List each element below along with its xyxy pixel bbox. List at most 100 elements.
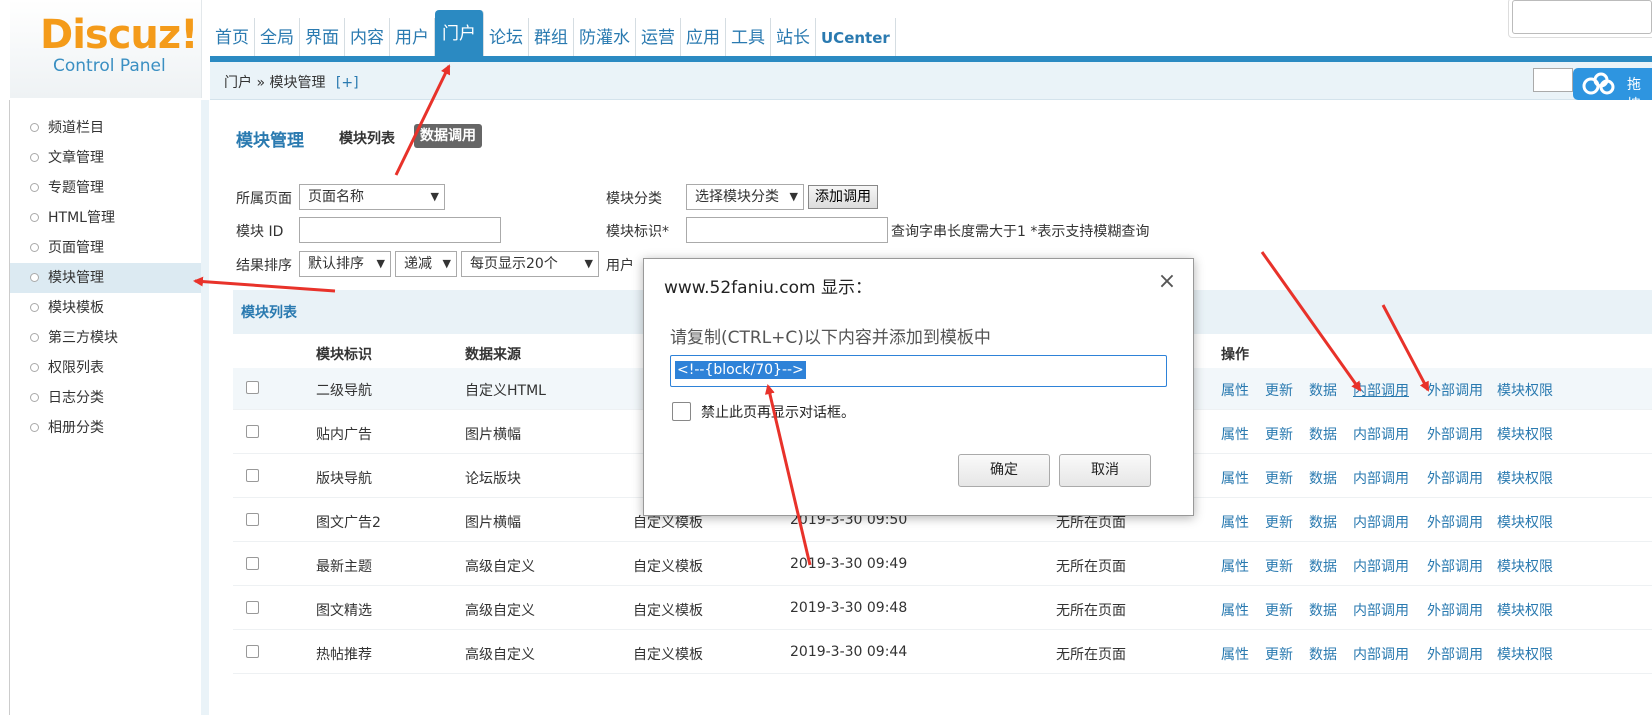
op-properties-link[interactable]: 属性 (1221, 512, 1249, 532)
sidebar-item-topics[interactable]: 专题管理 (10, 173, 202, 203)
sidebar-item-block-templates[interactable]: 模块模板 (10, 293, 202, 323)
sort-select[interactable]: 默认排序 ▼ (299, 251, 391, 277)
row-checkbox[interactable] (246, 381, 259, 394)
per-page-select[interactable]: 每页显示20个 ▼ (461, 251, 599, 277)
op-external-call-link[interactable]: 外部调用 (1427, 644, 1483, 664)
op-update-link[interactable]: 更新 (1265, 644, 1293, 664)
sidebar-item-permissions[interactable]: 权限列表 (10, 353, 202, 383)
nav-content[interactable]: 内容 (345, 18, 390, 58)
op-permissions-link[interactable]: 模块权限 (1497, 556, 1553, 576)
op-data-link[interactable]: 数据 (1309, 468, 1337, 488)
row-template: 自定义模板 (633, 647, 703, 663)
cloud-input[interactable] (1533, 68, 1573, 92)
op-permissions-link[interactable]: 模块权限 (1497, 512, 1553, 532)
close-icon[interactable]: × (1156, 271, 1178, 293)
breadcrumb-add-link[interactable]: [+] (336, 75, 359, 91)
op-data-link[interactable]: 数据 (1309, 556, 1337, 576)
op-permissions-link[interactable]: 模块权限 (1497, 380, 1553, 400)
op-properties-link[interactable]: 属性 (1221, 424, 1249, 444)
sidebar-item-third-party[interactable]: 第三方模块 (10, 323, 202, 353)
op-data-link[interactable]: 数据 (1309, 600, 1337, 620)
op-external-call-link[interactable]: 外部调用 (1427, 424, 1483, 444)
op-properties-link[interactable]: 属性 (1221, 644, 1249, 664)
op-external-call-link[interactable]: 外部调用 (1427, 600, 1483, 620)
op-data-link[interactable]: 数据 (1309, 380, 1337, 400)
nav-operation[interactable]: 运营 (636, 18, 681, 58)
row-checkbox[interactable] (246, 645, 259, 658)
op-data-link[interactable]: 数据 (1309, 424, 1337, 444)
nav-antispam[interactable]: 防灌水 (574, 18, 636, 58)
breadcrumb-row: 门户 » 模块管理 [+] (210, 62, 1652, 100)
op-update-link[interactable]: 更新 (1265, 600, 1293, 620)
sidebar-item-label: 模块模板 (48, 300, 104, 316)
nav-user[interactable]: 用户 (390, 18, 435, 58)
op-permissions-link[interactable]: 模块权限 (1497, 424, 1553, 444)
op-internal-call-link[interactable]: 内部调用 (1353, 556, 1409, 576)
op-properties-link[interactable]: 属性 (1221, 600, 1249, 620)
nav-admin[interactable]: 站长 (771, 18, 816, 58)
op-update-link[interactable]: 更新 (1265, 468, 1293, 488)
sidebar-item-label: 页面管理 (48, 240, 104, 256)
copy-code-dialog: www.52faniu.com 显示： × 请复制(CTRL+C)以下内容并添加… (643, 258, 1194, 516)
op-external-call-link[interactable]: 外部调用 (1427, 468, 1483, 488)
op-permissions-link[interactable]: 模块权限 (1497, 644, 1553, 664)
op-external-call-link[interactable]: 外部调用 (1427, 556, 1483, 576)
row-checkbox[interactable] (246, 513, 259, 526)
code-input[interactable]: <!--{block/70}--> (670, 355, 1167, 387)
op-update-link[interactable]: 更新 (1265, 512, 1293, 532)
top-search-input[interactable] (1512, 0, 1652, 34)
sidebar-item-log-categories[interactable]: 日志分类 (10, 383, 202, 413)
row-checkbox[interactable] (246, 425, 259, 438)
sidebar-item-articles[interactable]: 文章管理 (10, 143, 202, 173)
page-select[interactable]: 页面名称 ▼ (299, 184, 445, 210)
sidebar-item-pages[interactable]: 页面管理 (10, 233, 202, 263)
op-external-call-link[interactable]: 外部调用 (1427, 512, 1483, 532)
op-update-link[interactable]: 更新 (1265, 556, 1293, 576)
op-update-link[interactable]: 更新 (1265, 380, 1293, 400)
row-checkbox[interactable] (246, 557, 259, 570)
row-mark: 图文精选 (316, 603, 372, 619)
sidebar-item-channels[interactable]: 频道栏目 (10, 113, 202, 143)
order-select[interactable]: 递减 ▼ (395, 251, 457, 277)
tab-data-call[interactable]: 数据调用 (414, 124, 482, 148)
sidebar-item-html[interactable]: HTML管理 (10, 203, 202, 233)
op-internal-call-link[interactable]: 内部调用 (1353, 380, 1409, 400)
ok-button[interactable]: 确定 (958, 454, 1050, 487)
nav-home[interactable]: 首页 (210, 18, 255, 58)
sidebar-item-album-categories[interactable]: 相册分类 (10, 413, 202, 443)
nav-global[interactable]: 全局 (255, 18, 300, 58)
op-properties-link[interactable]: 属性 (1221, 468, 1249, 488)
op-properties-link[interactable]: 属性 (1221, 556, 1249, 576)
block-mark-input[interactable] (686, 217, 888, 243)
cancel-button[interactable]: 取消 (1059, 454, 1151, 487)
suppress-dialog-checkbox[interactable] (672, 402, 691, 421)
op-external-call-link[interactable]: 外部调用 (1427, 380, 1483, 400)
op-data-link[interactable]: 数据 (1309, 512, 1337, 532)
add-call-button[interactable]: 添加调用 (808, 185, 878, 209)
sidebar-item-blocks[interactable]: 模块管理 (10, 263, 202, 293)
op-update-link[interactable]: 更新 (1265, 424, 1293, 444)
nav-forum[interactable]: 论坛 (484, 18, 529, 58)
op-internal-call-link[interactable]: 内部调用 (1353, 644, 1409, 664)
op-internal-call-link[interactable]: 内部调用 (1353, 468, 1409, 488)
nav-interface[interactable]: 界面 (300, 18, 345, 58)
nav-tools[interactable]: 工具 (726, 18, 771, 58)
row-source: 高级自定义 (465, 647, 535, 663)
nav-group[interactable]: 群组 (529, 18, 574, 58)
nav-portal[interactable]: 门户 (435, 10, 484, 58)
nav-ucenter[interactable]: UCenter (816, 18, 896, 58)
op-internal-call-link[interactable]: 内部调用 (1353, 424, 1409, 444)
cloud-drag-button[interactable]: 拖拽 (1573, 68, 1652, 113)
tab-block-list[interactable]: 模块列表 (339, 128, 395, 148)
block-id-input[interactable] (299, 217, 501, 243)
op-internal-call-link[interactable]: 内部调用 (1353, 600, 1409, 620)
nav-apps[interactable]: 应用 (681, 18, 726, 58)
op-permissions-link[interactable]: 模块权限 (1497, 468, 1553, 488)
op-data-link[interactable]: 数据 (1309, 644, 1337, 664)
op-permissions-link[interactable]: 模块权限 (1497, 600, 1553, 620)
op-internal-call-link[interactable]: 内部调用 (1353, 512, 1409, 532)
row-checkbox[interactable] (246, 469, 259, 482)
row-checkbox[interactable] (246, 601, 259, 614)
op-properties-link[interactable]: 属性 (1221, 380, 1249, 400)
category-select[interactable]: 选择模块分类 ▼ (686, 184, 804, 210)
